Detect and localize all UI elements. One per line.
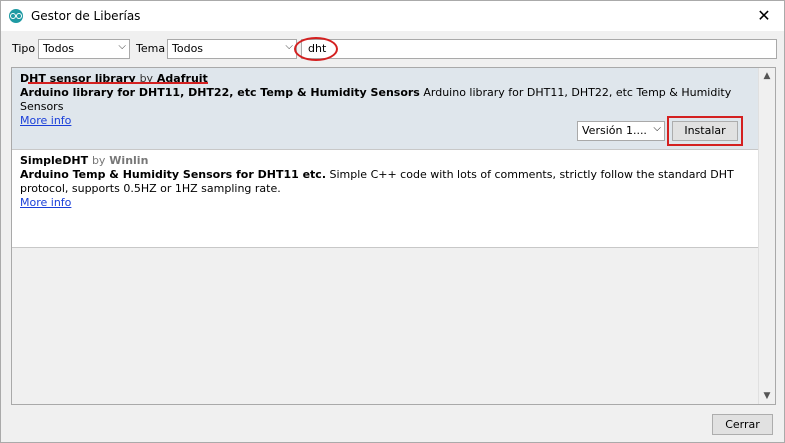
library-results-list: DHT sensor library by Adafruit Arduino l…: [11, 67, 776, 405]
library-description-bold: Arduino Temp & Humidity Sensors for DHT1…: [20, 168, 327, 181]
arduino-app-icon: [9, 9, 23, 23]
list-item[interactable]: SimpleDHT by Winlin Arduino Temp & Humid…: [12, 150, 758, 248]
window-title: Gestor de Liberías: [31, 9, 141, 23]
install-button[interactable]: Instalar: [672, 121, 738, 141]
topic-select-value: Todos: [172, 42, 204, 55]
library-manager-window: Gestor de Liberías ✕ Tipo Todos ⌵ Tema T…: [0, 0, 785, 443]
library-description-bold: Arduino library for DHT11, DHT22, etc Te…: [20, 86, 420, 99]
version-select-value: Versión 1....: [582, 124, 647, 137]
scroll-thumb[interactable]: [761, 85, 773, 387]
topic-label: Tema: [136, 42, 166, 55]
more-info-link[interactable]: More info: [20, 114, 71, 128]
vertical-scrollbar[interactable]: ▲ ▼: [758, 68, 775, 404]
library-title: SimpleDHT by Winlin: [20, 154, 750, 168]
install-annotation-box: Instalar: [667, 116, 743, 146]
list-item[interactable]: DHT sensor library by Adafruit Arduino l…: [12, 68, 758, 150]
library-by: by: [91, 154, 106, 167]
more-info-link[interactable]: More info: [20, 196, 71, 210]
library-name: SimpleDHT: [20, 154, 89, 167]
chevron-down-icon: ⌵: [118, 41, 126, 52]
close-button[interactable]: Cerrar: [712, 414, 773, 435]
title-bar: Gestor de Liberías ✕: [1, 1, 784, 31]
scroll-down-icon[interactable]: ▼: [759, 388, 775, 404]
close-icon[interactable]: ✕: [754, 6, 774, 26]
chevron-down-icon: ⌵: [653, 123, 661, 134]
chevron-down-icon: ⌵: [285, 41, 293, 52]
type-select-value: Todos: [43, 42, 75, 55]
library-author: Winlin: [109, 154, 149, 167]
version-select[interactable]: Versión 1.... ⌵: [577, 121, 665, 141]
scroll-up-icon[interactable]: ▲: [759, 68, 775, 84]
search-input[interactable]: dht: [301, 39, 777, 59]
type-select[interactable]: Todos ⌵: [38, 39, 130, 59]
title-annotation-underline: [28, 82, 208, 84]
library-description: Arduino Temp & Humidity Sensors for DHT1…: [20, 168, 750, 196]
topic-select[interactable]: Todos ⌵: [167, 39, 297, 59]
search-annotation-circle: [294, 37, 338, 61]
type-label: Tipo: [12, 42, 36, 55]
library-description: Arduino library for DHT11, DHT22, etc Te…: [20, 86, 750, 114]
